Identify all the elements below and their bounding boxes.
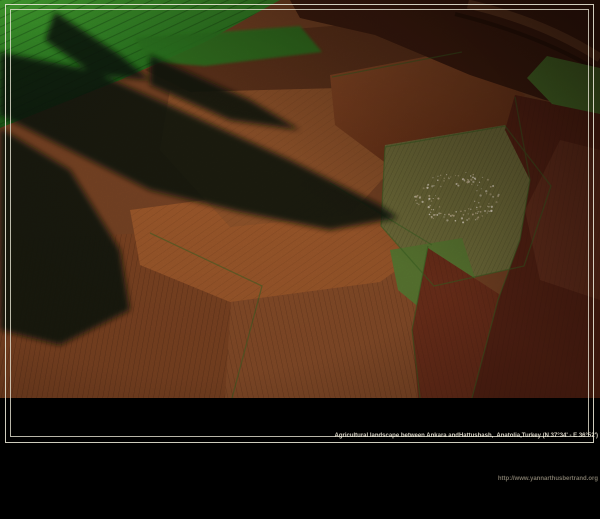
photo-caption-block: Agricultural landscape between Ankara an… <box>334 397 598 519</box>
wallpaper-canvas: Agricultural landscape between Ankara an… <box>0 0 600 450</box>
aerial-photo <box>0 0 600 398</box>
photo-credit-url: http://www.yannarthusbertrand.org <box>334 476 598 483</box>
photo-caption: Agricultural landscape between Ankara an… <box>334 433 598 440</box>
vignette <box>0 0 600 398</box>
